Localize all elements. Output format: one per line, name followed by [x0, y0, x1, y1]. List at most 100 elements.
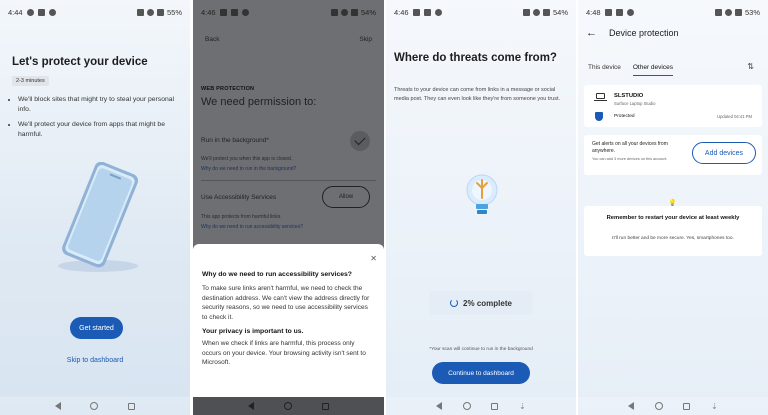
device-model: Surface Laptop Studio: [614, 101, 656, 106]
tip-subtitle: It'll run better and be more secure. Yes…: [612, 236, 734, 241]
accessibility-nav-icon[interactable]: ⇣: [711, 402, 718, 411]
mail-icon: [37, 8, 45, 16]
status-time: 4:46: [394, 7, 409, 17]
notification-icon: [26, 8, 34, 16]
section-kicker: WEB PROTECTION: [201, 86, 255, 92]
bullet-item: We'll block sites that might try to stea…: [18, 95, 183, 115]
permission-desc: This app protects from harmful links.: [201, 214, 282, 220]
facebook-icon: [626, 8, 634, 16]
back-nav-icon[interactable]: [628, 402, 635, 410]
wifi-icon: [146, 8, 154, 16]
back-button[interactable]: Back: [205, 36, 219, 43]
skip-button[interactable]: Skip: [359, 36, 372, 43]
battery-level: 53%: [744, 7, 760, 17]
allow-button[interactable]: Allow: [322, 186, 370, 208]
home-nav-icon[interactable]: [462, 402, 471, 410]
facebook-icon: [48, 8, 56, 16]
signal-icon: [350, 8, 358, 16]
permissions-screen: 4:46 54% Back Skip WEB PROTECTION We nee…: [193, 0, 384, 415]
alert-title: Get alerts on all your devices from anyw…: [592, 141, 668, 154]
divider: [201, 180, 376, 181]
battery-level: 54%: [360, 7, 376, 17]
facebook-icon: [241, 8, 249, 16]
page-title: Device protection: [609, 28, 679, 38]
checkmark-icon: [350, 131, 370, 151]
device-card[interactable]: SLSTUDIO Surface Laptop Studio Protected…: [584, 85, 762, 127]
nfc-icon: [330, 8, 338, 16]
send-icon: [412, 8, 420, 16]
wifi-icon: [340, 8, 348, 16]
status-time: 4:44: [8, 7, 23, 17]
onboarding-screen: 4:44 55% Let's protect your device 2-3 m…: [0, 0, 190, 415]
bullet-list: We'll block sites that might try to stea…: [18, 95, 183, 145]
sheet-title: Why do we need to run accessibility serv…: [202, 271, 352, 278]
device-protection-screen: 4:48 53% ← Device protection This device…: [578, 0, 768, 415]
page-heading: We need permission to:: [201, 96, 317, 108]
permission-title: Run in the background*: [201, 137, 269, 144]
tab-other-devices[interactable]: Other devices: [632, 64, 673, 76]
background-scan-note: *Your scan will continue to run in the b…: [429, 347, 533, 352]
device-tabs: This device Other devices: [588, 64, 673, 76]
back-nav-icon[interactable]: [436, 402, 443, 410]
skip-to-dashboard-link[interactable]: Skip to dashboard: [0, 357, 190, 364]
tab-this-device[interactable]: This device: [588, 64, 621, 76]
recents-nav-icon[interactable]: [491, 402, 499, 410]
device-status: Protected: [614, 114, 635, 119]
scan-progress: 2% complete: [429, 291, 533, 315]
get-started-button[interactable]: Get started: [70, 317, 123, 339]
back-nav-icon[interactable]: [248, 402, 254, 410]
nfc-icon: [714, 8, 722, 16]
device-updated: Updated 04:41 PM: [717, 114, 752, 119]
mail-icon: [615, 8, 623, 16]
progress-text: 2% complete: [463, 298, 512, 308]
signal-icon: [156, 8, 164, 16]
phone-illustration: [58, 162, 138, 272]
sheet-paragraph: To make sure links aren't harmful, we ne…: [202, 285, 370, 321]
background-permission-row: Run in the background*: [201, 128, 376, 170]
add-devices-button[interactable]: Add devices: [692, 142, 756, 164]
status-time: 4:48: [586, 7, 601, 17]
signal-icon: [734, 8, 742, 16]
status-bar: 4:48 53%: [578, 0, 768, 24]
home-nav-icon[interactable]: [284, 402, 292, 410]
mail-icon: [230, 8, 238, 16]
duration-badge: 2-3 minutes: [12, 76, 49, 86]
top-nav: Back Skip: [205, 36, 372, 43]
alert-subtitle: You can add 3 more devices on this accou…: [592, 157, 668, 161]
background-why-link[interactable]: Why do we need to run in the background?: [201, 166, 296, 172]
page-description: Threats to your device can come from lin…: [394, 87, 561, 102]
sort-icon[interactable]: ⇅: [747, 62, 754, 71]
spinner-icon: [450, 299, 459, 307]
add-devices-card: Get alerts on all your devices from anyw…: [584, 135, 762, 175]
accessibility-why-link[interactable]: Why do we need to run accessibility serv…: [201, 224, 303, 230]
battery-level: 54%: [552, 7, 568, 17]
page-heading: Where do threats come from?: [394, 52, 557, 64]
home-nav-icon[interactable]: [654, 402, 663, 410]
tip-title: Remember to restart your device at least…: [606, 215, 740, 221]
page-title: Let's protect your device: [12, 56, 148, 68]
home-nav-icon[interactable]: [90, 402, 99, 410]
recents-nav-icon[interactable]: [128, 402, 136, 410]
system-nav-bar: ⇣: [578, 397, 768, 415]
recents-nav-icon[interactable]: [322, 402, 329, 410]
accessibility-nav-icon[interactable]: ⇣: [519, 402, 526, 411]
info-bottom-sheet: ✕ Why do we need to run accessibility se…: [193, 244, 384, 397]
mail-icon: [423, 8, 431, 16]
close-icon[interactable]: ✕: [370, 254, 377, 263]
sheet-subtitle: Your privacy is important to us.: [202, 328, 304, 335]
facebook-icon: [434, 8, 442, 16]
screenshot-strip: 4:44 55% Let's protect your device 2-3 m…: [0, 0, 768, 415]
recents-nav-icon[interactable]: [683, 402, 691, 410]
continue-to-dashboard-button[interactable]: Continue to dashboard: [432, 362, 530, 384]
signal-icon: [542, 8, 550, 16]
status-bar: 4:44 55%: [0, 0, 190, 24]
back-nav-icon[interactable]: [54, 402, 61, 410]
restart-tip-card: Remember to restart your device at least…: [584, 206, 762, 256]
back-arrow-icon[interactable]: ←: [586, 27, 597, 39]
nfc-icon: [522, 8, 530, 16]
sheet-paragraph: When we check if links are harmful, this…: [202, 340, 366, 366]
status-time: 4:46: [201, 7, 216, 17]
bullet-item: We'll protect your device from apps that…: [18, 120, 183, 140]
permission-desc: We'll protect you when this app is close…: [201, 156, 293, 162]
laptop-icon: [594, 93, 607, 101]
